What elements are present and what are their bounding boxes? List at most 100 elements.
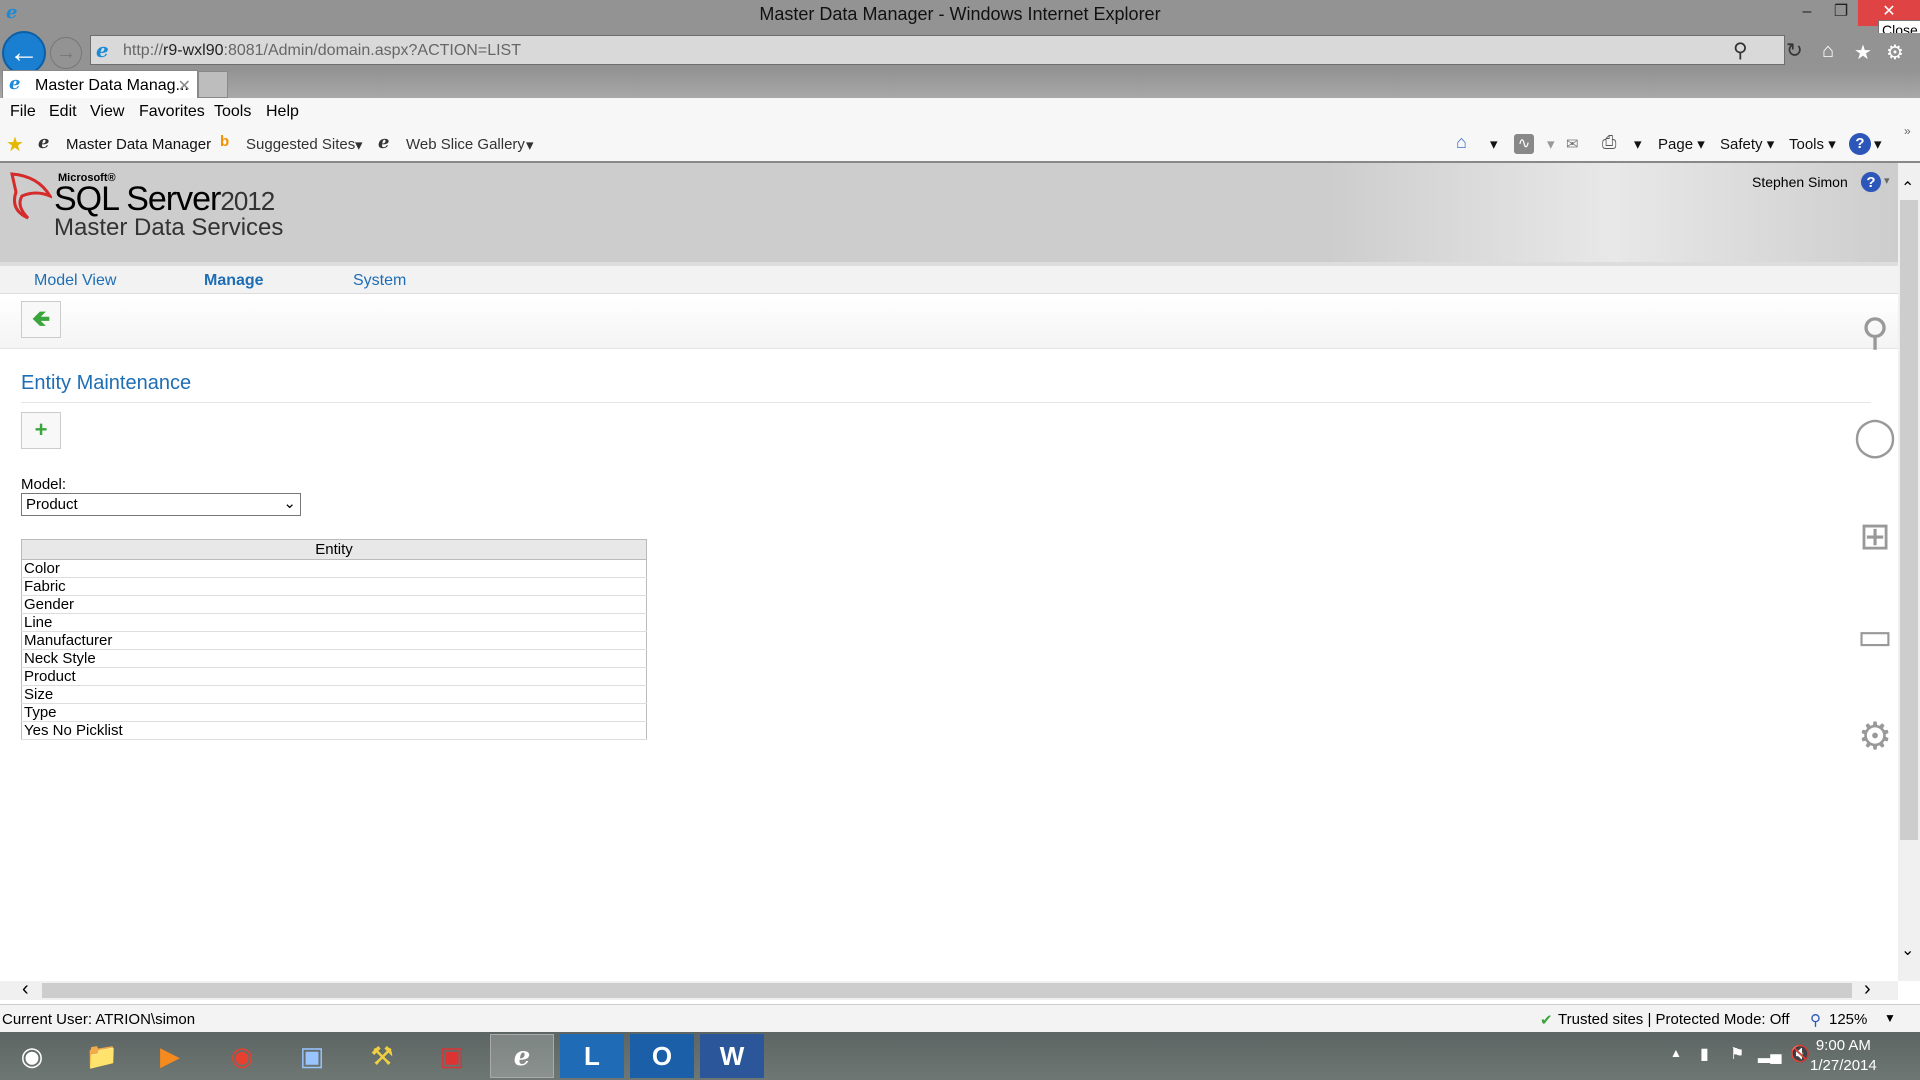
model-select[interactable]: Product ⌄ [21,493,301,516]
battery-icon[interactable]: ▮ [1700,1044,1709,1064]
entity-name-cell[interactable]: Line [21,613,647,632]
table-row[interactable]: Type [21,703,647,722]
action-center-flag-icon[interactable]: ⚑ [1730,1044,1744,1064]
devices-icon[interactable]: ▭ [1852,614,1898,660]
scroll-up-icon[interactable]: ⌃ [1901,178,1914,198]
scroll-down-icon[interactable]: ⌄ [1901,940,1914,960]
table-row[interactable]: Gender [21,595,647,614]
menu-tools[interactable]: Tools [214,103,251,121]
entity-name-cell[interactable]: Manufacturer [21,631,647,650]
tools-app-icon[interactable]: ⚒ [350,1034,414,1078]
network-signal-icon[interactable]: ▂▄ [1758,1044,1782,1064]
table-row[interactable]: Product [21,667,647,686]
toolbar-overflow-icon[interactable]: » [1904,124,1911,138]
internet-explorer-taskbar-icon[interactable]: e [490,1034,554,1078]
new-tab-button[interactable] [198,71,228,98]
windows-icon[interactable]: ⊞ [1852,514,1898,560]
entity-name-cell[interactable]: Gender [21,595,647,614]
search-icon[interactable]: ⚲ [1852,310,1898,356]
entity-name-cell[interactable]: Type [21,703,647,722]
add-entity-button[interactable]: + [21,412,61,449]
home-icon[interactable]: ⌂ [1822,40,1834,63]
safety-menu[interactable]: Safety ▾ [1720,135,1774,153]
page-menu[interactable]: Page ▾ [1658,135,1705,153]
chevron-down-icon[interactable]: ▾ [1547,135,1555,153]
search-icon[interactable]: ⚲ [1733,38,1748,63]
show-hidden-icons[interactable]: ▲ [1670,1046,1682,1060]
table-row[interactable]: Size [21,685,647,704]
nav-manage[interactable]: Manage [204,272,264,290]
entity-name-cell[interactable]: Color [21,559,647,578]
chrome-icon[interactable]: ◉ [210,1034,274,1078]
page-toolbar [0,294,1898,349]
entity-name-cell[interactable]: Fabric [21,577,647,596]
chevron-down-icon[interactable]: ▾ [1490,135,1498,153]
home-page-icon[interactable]: ⌂ [1456,132,1467,153]
entity-name-cell[interactable]: Neck Style [21,649,647,668]
menu-file[interactable]: File [10,103,36,121]
nav-model-view[interactable]: Model View [34,272,116,290]
favorites-star-icon[interactable]: ★ [1854,40,1872,65]
table-row[interactable]: Manufacturer [21,631,647,650]
chevron-down-icon[interactable]: ▾ [355,136,363,154]
address-bar[interactable]: http://r9-wxl90:8081/Admin/domain.aspx?A… [90,35,1785,65]
toolbox-icon[interactable]: ▣ [420,1034,484,1078]
menu-favorites[interactable]: Favorites [139,103,205,121]
entity-name-cell[interactable]: Product [21,667,647,686]
system-clock[interactable]: 9:00 AM 1/27/2014 [1810,1036,1877,1076]
page-icon: e [96,38,109,62]
vertical-scroll-thumb[interactable] [1900,200,1918,840]
add-favorite-star-icon[interactable]: ★ [6,132,24,157]
tab-close-icon[interactable]: ✕ [178,76,191,96]
horizontal-scroll-thumb[interactable] [42,983,1852,998]
table-row[interactable]: Color [21,559,647,578]
globe-icon[interactable]: ◯ [1852,414,1898,460]
media-player-icon[interactable]: ▶ [138,1034,202,1078]
chevron-down-icon[interactable]: ▾ [1874,135,1882,153]
gear-icon[interactable]: ⚙ [1852,714,1898,760]
file-explorer-icon[interactable]: 📁 [70,1034,134,1078]
tools-menu[interactable]: Tools ▾ [1789,135,1836,153]
refresh-icon[interactable]: ↻ [1786,38,1803,63]
start-button[interactable]: ◉ [0,1034,64,1078]
chevron-down-icon[interactable]: ▾ [1884,174,1890,187]
chevron-down-icon[interactable]: ▾ [1634,135,1642,153]
restore-button[interactable]: ❐ [1824,0,1858,26]
favorite-master-data-manager[interactable]: Master Data Manager [66,136,211,153]
table-row[interactable]: Fabric [21,577,647,596]
back-arrow-button[interactable]: 🡸 [21,301,61,338]
chevron-down-icon[interactable]: ▾ [526,136,534,154]
menu-view[interactable]: View [90,103,124,121]
favorite-suggested-sites[interactable]: Suggested Sites [246,136,355,153]
entity-name-cell[interactable]: Size [21,685,647,704]
forward-button[interactable]: → [50,37,82,69]
favorite-web-slice-gallery[interactable]: Web Slice Gallery [406,136,525,153]
nav-system[interactable]: System [353,272,406,290]
word-icon[interactable]: W [700,1034,764,1078]
help-icon[interactable]: ? [1849,133,1871,155]
menu-help[interactable]: Help [266,103,299,121]
entity-name-cell[interactable]: Yes No Picklist [21,721,647,740]
back-button[interactable]: ← [2,31,46,75]
menu-edit[interactable]: Edit [49,103,77,121]
tab-master-data-manager[interactable]: e Master Data Manag... ✕ [2,70,198,98]
minimize-button[interactable]: – [1790,0,1824,26]
read-mail-icon[interactable]: ✉ [1566,135,1579,153]
lync-icon[interactable]: L [560,1034,624,1078]
table-row[interactable]: Neck Style [21,649,647,668]
volume-muted-icon[interactable]: 🔇 [1790,1044,1810,1064]
network-icon[interactable]: ▣ [280,1034,344,1078]
help-icon[interactable]: ? [1860,171,1882,193]
outlook-icon[interactable]: O [630,1034,694,1078]
column-header-entity[interactable]: Entity [21,539,647,560]
scroll-right-icon[interactable]: › [1864,978,1871,1001]
table-row[interactable]: Line [21,613,647,632]
feeds-icon[interactable]: ∿ [1514,134,1534,154]
security-zone[interactable]: Trusted sites | Protected Mode: Off [1558,1011,1790,1028]
zoom-level[interactable]: 125% [1829,1011,1867,1028]
print-icon[interactable]: ⎙ [1602,132,1616,153]
table-row[interactable]: Yes No Picklist [21,721,647,740]
chevron-down-icon[interactable]: ▼ [1884,1011,1896,1025]
scroll-left-icon[interactable]: ‹ [22,978,29,1001]
settings-gear-icon[interactable]: ⚙ [1886,40,1904,65]
